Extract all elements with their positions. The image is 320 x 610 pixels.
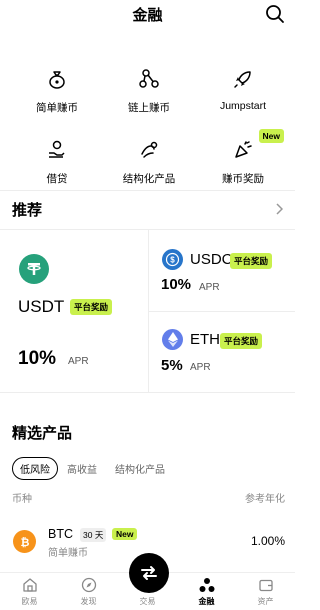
feature-label: 赚币奖励: [222, 173, 264, 185]
recommend-title: 推荐: [12, 202, 43, 219]
apr-value: 10%: [18, 348, 57, 369]
coin-name: BTC: [48, 527, 73, 541]
feature-earn-rewards[interactable]: New 赚币奖励: [194, 129, 292, 186]
btc-icon: ₿: [13, 530, 36, 553]
usdt-icon: [19, 254, 49, 284]
platform-reward-tag: 平台奖励: [230, 253, 273, 269]
apr-label: APR: [199, 282, 220, 293]
tab-label: 交易: [139, 597, 156, 606]
feature-onchain-earn[interactable]: 链上赚币: [100, 68, 198, 115]
filter-structured[interactable]: 结构化产品: [115, 461, 165, 476]
finance-icon: [199, 578, 214, 592]
feature-loan[interactable]: 借贷: [8, 139, 106, 186]
feature-jumpstart[interactable]: Jumpstart: [194, 68, 292, 112]
term-badge: 30 天: [80, 528, 107, 542]
discover-icon: [81, 577, 96, 593]
trade-swap-icon: [141, 566, 157, 580]
svg-text:₿: ₿: [20, 537, 29, 549]
column-coin: 币种: [12, 494, 32, 505]
feature-label: 借贷: [46, 173, 68, 185]
filter-low-risk[interactable]: 低风险: [12, 457, 58, 480]
wallet-icon: [258, 579, 273, 592]
rocket-icon: [234, 71, 251, 88]
section-divider: [0, 392, 295, 393]
tab-finance[interactable]: 金融: [177, 577, 236, 607]
tab-home[interactable]: 欧易: [0, 577, 59, 607]
trade-swap-button[interactable]: [129, 553, 169, 593]
platform-reward-tag: 平台奖励: [70, 299, 113, 315]
tab-label: 资产: [257, 597, 274, 606]
home-icon: [22, 578, 37, 592]
feature-label: 结构化产品: [122, 173, 176, 185]
platform-reward-tag: 平台奖励: [220, 333, 263, 349]
tab-assets[interactable]: 资产: [236, 577, 295, 607]
coin-name: USDC: [190, 251, 233, 268]
money-bag-icon: [49, 71, 65, 89]
party-popper-icon: [235, 141, 252, 158]
new-badge: New: [258, 129, 284, 143]
filter-high-yield[interactable]: 高收益: [67, 461, 97, 476]
feature-label: 链上赚币: [128, 102, 170, 114]
rate-value: 1.00%: [250, 534, 285, 548]
feature-structured[interactable]: 结构化产品: [100, 139, 198, 186]
tab-label: 发现: [80, 597, 97, 606]
product-type: 简单赚币: [48, 548, 88, 559]
coin-name: ETH: [190, 331, 220, 348]
page-title: 金融: [132, 7, 163, 24]
tab-label: 欧易: [21, 597, 38, 606]
apr-label: APR: [190, 362, 211, 373]
column-rate: 参考年化: [245, 494, 285, 505]
apr-label: APR: [68, 356, 89, 367]
app-header: 金融: [0, 0, 295, 32]
card-divider: [148, 311, 295, 312]
svg-text:$: $: [170, 256, 175, 265]
search-icon[interactable]: [265, 4, 285, 24]
section-divider: [0, 190, 295, 191]
chevron-right-icon[interactable]: [275, 203, 283, 215]
feature-simple-earn[interactable]: 简单赚币: [8, 68, 106, 115]
apr-value: 5%: [161, 357, 183, 374]
coins-hand-icon: [49, 140, 65, 158]
eth-icon: [162, 329, 183, 350]
feature-label: Jumpstart: [219, 100, 267, 112]
apr-value: 10%: [161, 276, 192, 293]
feature-label: 简单赚币: [36, 102, 78, 114]
new-badge: New: [112, 528, 138, 540]
chain-nodes-icon: [139, 69, 159, 88]
usdc-icon: $: [162, 249, 183, 270]
structured-product-icon: [141, 141, 158, 158]
selected-title: 精选产品: [12, 425, 73, 442]
tab-label: 金融: [198, 597, 215, 606]
tab-discover[interactable]: 发现: [59, 577, 118, 607]
coin-name: USDT: [18, 297, 65, 316]
